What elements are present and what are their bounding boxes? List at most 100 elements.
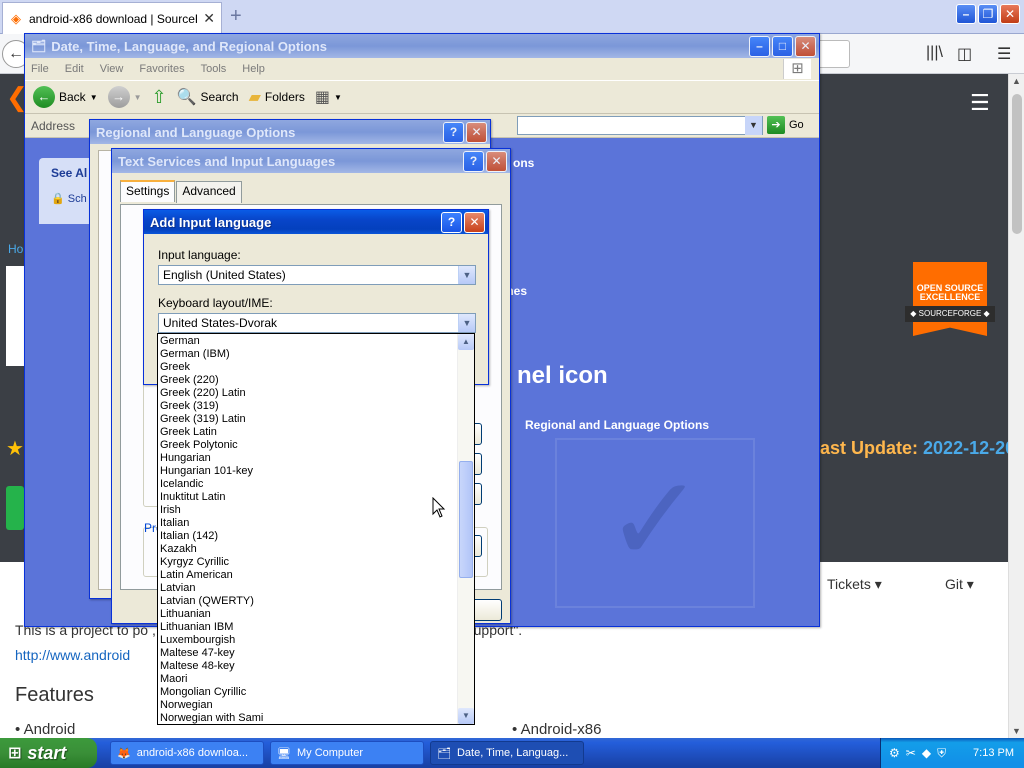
restore-button[interactable]: ❐ [978,4,998,24]
chevron-down-icon[interactable]: ▼ [458,266,475,284]
keyboard-layout-option[interactable]: Hungarian [158,452,458,465]
control-panel-titlebar[interactable]: 🗂 Date, Time, Language, and Regional Opt… [25,34,819,58]
chevron-down-icon[interactable]: ▼ [745,116,762,135]
scroll-down-icon[interactable]: ▼ [458,708,474,724]
close-button[interactable]: ✕ [1000,4,1020,24]
menu-view[interactable]: View [100,63,124,75]
close-button[interactable]: ✕ [795,35,816,57]
keyboard-layout-option[interactable]: Mongolian Cyrillic [158,686,458,699]
tab-git[interactable]: Git ▾ [945,576,974,593]
menu-file[interactable]: File [31,63,49,75]
keyboard-layout-option[interactable]: Irish [158,504,458,517]
keyboard-layout-option[interactable]: Kazakh [158,543,458,556]
keyboard-layout-option[interactable]: Norwegian with Sami [158,712,458,724]
keyboard-layout-option[interactable]: Italian (142) [158,530,458,543]
tab-tickets[interactable]: Tickets ▾ [827,576,882,593]
keyboard-layout-option[interactable]: Greek (319) [158,400,458,413]
keyboard-layout-option[interactable]: Latvian (QWERTY) [158,595,458,608]
menu-help[interactable]: Help [242,63,265,75]
keyboard-layout-option[interactable]: Greek (220) [158,374,458,387]
keyboard-layout-option[interactable]: Luxembourgish [158,634,458,647]
keyboard-layout-option[interactable]: Greek (319) Latin [158,413,458,426]
close-button[interactable]: ✕ [466,121,487,143]
tab-close-icon[interactable]: ✕ [203,10,215,27]
keyboard-layout-option[interactable]: Inuktitut Latin [158,491,458,504]
keyboard-layout-option[interactable]: Maltese 47-key [158,647,458,660]
keyboard-layout-option[interactable]: Latvian [158,582,458,595]
download-button[interactable] [6,486,24,530]
keyboard-layout-option[interactable]: Maltese 48-key [158,660,458,673]
keyboard-layout-option[interactable]: Latin American [158,569,458,582]
keyboard-layout-option[interactable]: Greek (220) Latin [158,387,458,400]
views-button[interactable]: ▦ ▼ [315,87,342,107]
scrollbar-thumb[interactable] [459,461,473,578]
keyboard-layout-option[interactable]: Italian [158,517,458,530]
close-button[interactable]: ✕ [464,211,485,233]
keyboard-layout-option[interactable]: German (IBM) [158,348,458,361]
scroll-up-icon[interactable]: ▲ [458,334,474,350]
taskbar-button-firefox[interactable]: 🦊 android-x86 downloa... [110,741,264,765]
taskbar-button-my-computer[interactable]: 🖥 My Computer [270,741,424,765]
keyboard-layout-option[interactable]: Kyrgyz Cyrillic [158,556,458,569]
tab-advanced[interactable]: Advanced [176,181,242,203]
taskbar-button-date-time[interactable]: 🗂 Date, Time, Languag... [430,741,584,765]
tools-icon[interactable]: ✂ [906,746,916,760]
scrollbar-thumb[interactable] [1012,94,1022,234]
keyboard-layout-option[interactable]: German [158,335,458,348]
search-button[interactable]: 🔍 Search [177,87,239,107]
keyboard-layout-option[interactable]: Greek [158,361,458,374]
help-button[interactable]: ? [441,211,462,233]
keyboard-layout-option[interactable]: Greek Polytonic [158,439,458,452]
keyboard-layout-dropdown[interactable]: German German (IBM) Greek Greek (220) Greek … [157,333,475,725]
chevron-down-icon[interactable]: ▼ [90,93,98,102]
tab-settings[interactable]: Settings [120,180,176,202]
keyboard-layout-option[interactable]: Maori [158,673,458,686]
forward-button[interactable]: → ▼ [107,86,142,108]
keyboard-layout-option[interactable]: Icelandic [158,478,458,491]
sourceforge-menu-icon[interactable]: ☰ [970,90,990,116]
browser-scrollbar[interactable]: ▲ ▼ [1008,74,1024,738]
keyboard-layout-option[interactable]: Greek Latin [158,426,458,439]
project-website-link[interactable]: http://www.android [15,647,130,663]
help-button[interactable]: ? [443,121,464,143]
regional-options-link[interactable]: Regional and Language Options [525,418,709,432]
browser-tab-sourceforge[interactable]: ◈ android-x86 download | SourceFo ✕ [2,2,222,34]
security-icon[interactable]: ⛨ [937,746,946,761]
dropdown-scrollbar[interactable]: ▲ ▼ [457,334,474,724]
start-button[interactable]: ⊞ start [0,738,97,768]
network-icon[interactable]: ⚙ [889,746,900,760]
close-button[interactable]: ✕ [486,150,507,172]
library-icon[interactable]: |||\ [926,44,943,62]
keyboard-layout-select[interactable]: United States-Dvorak ▼ [158,313,476,333]
text-services-titlebar[interactable]: Text Services and Input Languages ? ✕ [112,149,510,173]
minimize-button[interactable]: – [956,4,976,24]
keyboard-layout-option[interactable]: Lithuanian IBM [158,621,458,634]
scroll-up-icon[interactable]: ▲ [1012,76,1021,86]
input-language-select[interactable]: English (United States) ▼ [158,265,476,285]
back-button[interactable]: ← Back ▼ [33,86,98,108]
keyboard-layout-option[interactable]: Hungarian 101-key [158,465,458,478]
scroll-down-icon[interactable]: ▼ [1012,726,1021,736]
keyboard-layout-option[interactable]: Lithuanian [158,608,458,621]
keyboard-layout-option[interactable]: Norwegian [158,699,458,712]
menu-edit[interactable]: Edit [65,63,84,75]
menu-tools[interactable]: Tools [201,63,227,75]
menu-favorites[interactable]: Favorites [139,63,184,75]
browser-menu-icon[interactable]: ☰ [997,44,1011,64]
shield-icon[interactable]: ◆ [922,746,931,760]
see-also-link[interactable]: 🔒 Sch [51,192,87,205]
maximize-button[interactable]: □ [772,35,793,57]
address-input[interactable] [517,116,763,135]
help-button[interactable]: ? [463,150,484,172]
new-tab-button[interactable]: + [230,5,242,28]
folders-button[interactable]: ▰ Folders [249,87,305,107]
regional-options-titlebar[interactable]: Regional and Language Options ? ✕ [90,120,490,144]
go-button[interactable]: ➔ Go [767,116,804,134]
breadcrumb-home-link[interactable]: Ho [8,242,23,256]
minimize-button[interactable]: – [749,35,770,57]
clock[interactable]: 7:13 PM [973,747,1014,759]
chevron-down-icon[interactable]: ▼ [458,314,475,332]
add-input-language-titlebar[interactable]: Add Input language ? ✕ [144,210,488,234]
sidebar-icon[interactable]: ◫ [957,44,972,64]
chevron-down-icon[interactable]: ▼ [134,93,142,102]
